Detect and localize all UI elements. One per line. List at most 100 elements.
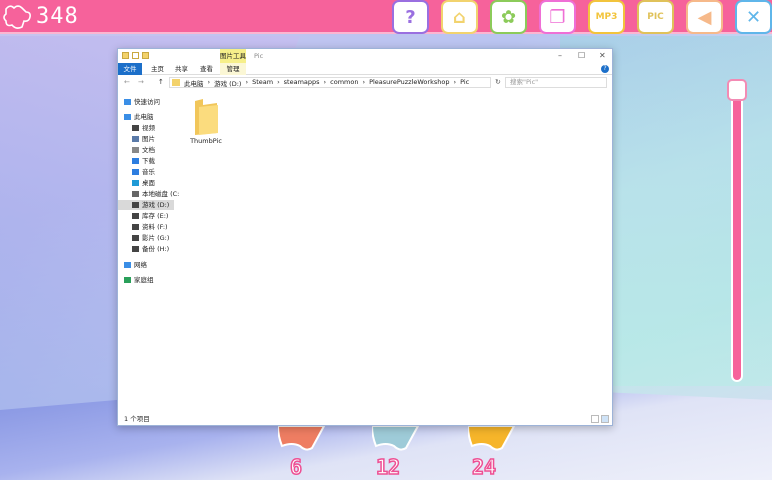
nav-item-icon bbox=[124, 114, 131, 120]
address-bar[interactable]: 此电脑 › 游戏 (D:) › Steam › steamapps › common › Pleas… bbox=[169, 77, 491, 88]
nav-item-icon bbox=[132, 136, 139, 142]
breadcrumb-item[interactable]: 此电脑 bbox=[184, 78, 204, 88]
address-row: ← → ↑ 此电脑 › 游戏 (D:) › Steam › steamapps › common… bbox=[118, 75, 612, 90]
large-icons-view-button[interactable] bbox=[601, 415, 609, 423]
up-button[interactable]: ↑ bbox=[158, 78, 164, 86]
breadcrumb-separator[interactable]: › bbox=[245, 78, 248, 88]
breadcrumb-item[interactable]: PleasurePuzzleWorkshop bbox=[369, 78, 449, 88]
close-button[interactable]: ✕ bbox=[735, 0, 772, 34]
breadcrumb-item[interactable]: common bbox=[330, 78, 358, 88]
puzzle-piece-icon bbox=[3, 5, 31, 29]
pages-icon: ❐ bbox=[549, 6, 566, 28]
nav-item-label: 影片 (G:) bbox=[142, 234, 170, 242]
status-bar-text: 1 个项目 bbox=[124, 415, 150, 423]
piece-count-label[interactable]: 6 bbox=[289, 454, 303, 480]
tab-manage[interactable]: 管理 bbox=[220, 63, 246, 75]
nav-item-icon bbox=[132, 191, 139, 197]
sound-button[interactable]: ◀ bbox=[686, 0, 723, 34]
view-switcher bbox=[591, 415, 609, 423]
close-button[interactable]: ✕ bbox=[599, 51, 606, 60]
nav-item-icon bbox=[132, 224, 139, 230]
nav-item[interactable]: 此电脑 bbox=[124, 112, 174, 122]
nav-item-label: 游戏 (D:) bbox=[142, 201, 170, 209]
piece-count-label[interactable]: 24 bbox=[471, 454, 497, 480]
forward-button[interactable]: → bbox=[138, 78, 144, 86]
nav-item[interactable]: 影片 (G:) bbox=[132, 233, 182, 243]
puzzle-piece-12[interactable] bbox=[372, 426, 422, 454]
nav-item-label: 库存 (E:) bbox=[142, 212, 169, 220]
nav-item[interactable]: 游戏 (D:) bbox=[118, 200, 174, 210]
details-view-button[interactable] bbox=[591, 415, 599, 423]
nav-item[interactable]: 音乐 bbox=[132, 167, 182, 177]
nav-item-icon bbox=[132, 246, 139, 252]
refresh-button[interactable]: ↻ bbox=[495, 78, 501, 86]
tab-share[interactable]: 共享 bbox=[170, 63, 193, 75]
nav-item-label: 音乐 bbox=[142, 168, 155, 176]
puzzle-piece-6[interactable] bbox=[278, 426, 328, 454]
maximize-button[interactable]: ☐ bbox=[578, 51, 585, 60]
breadcrumb-separator[interactable]: › bbox=[362, 78, 365, 88]
home-button[interactable]: ⌂ bbox=[441, 0, 478, 34]
quick-access-toolbar[interactable] bbox=[122, 52, 149, 59]
sound-icon: ◀ bbox=[697, 6, 712, 28]
nav-item[interactable]: 快速访问 bbox=[124, 97, 174, 107]
window-title: Pic bbox=[254, 52, 264, 60]
back-button[interactable]: ← bbox=[124, 78, 130, 86]
tab-view[interactable]: 查看 bbox=[195, 63, 218, 75]
nav-item[interactable]: 视频 bbox=[132, 123, 182, 133]
breadcrumb-item[interactable]: 游戏 (D:) bbox=[214, 78, 241, 88]
help-button[interactable]: ? bbox=[392, 0, 429, 34]
mp3-folder-button[interactable]: MP3 bbox=[588, 0, 625, 34]
tab-home[interactable]: 主页 bbox=[146, 63, 169, 75]
help-icon: ? bbox=[405, 6, 416, 28]
mp3-folder-icon: MP3 bbox=[595, 12, 618, 22]
nav-item-label: 家庭组 bbox=[134, 276, 154, 284]
slider-handle[interactable] bbox=[727, 79, 747, 101]
scroll-slider[interactable] bbox=[731, 82, 743, 382]
breadcrumb-item[interactable]: steamapps bbox=[284, 78, 320, 88]
search-input[interactable]: 搜索"Pic" bbox=[505, 77, 607, 88]
breadcrumb-item[interactable]: Pic bbox=[460, 78, 469, 88]
nav-item[interactable]: 文档 bbox=[132, 145, 182, 155]
nav-item-label: 下载 bbox=[142, 157, 155, 165]
ribbon-tabs: 文件 主页 共享 查看 管理 ? bbox=[118, 63, 612, 75]
nav-item[interactable]: 下载 bbox=[132, 156, 182, 166]
nav-item-icon bbox=[124, 99, 131, 105]
nav-item[interactable]: 备份 (H:) bbox=[132, 244, 182, 254]
nav-item-label: 视频 bbox=[142, 124, 155, 132]
nav-item-label: 此电脑 bbox=[134, 113, 154, 121]
close-icon: ✕ bbox=[745, 6, 762, 28]
breadcrumb-separator[interactable]: › bbox=[324, 78, 327, 88]
nav-item-icon bbox=[132, 180, 139, 186]
puzzle-piece-24[interactable] bbox=[468, 426, 518, 454]
nav-item[interactable]: 图片 bbox=[132, 134, 182, 144]
folder-item[interactable]: ThumbPic bbox=[190, 99, 222, 145]
navigation-pane: 快速访问此电脑视频图片文档下载音乐桌面本地磁盘 (C: 游戏 (D:) 库存 (E:… bbox=[118, 93, 179, 413]
pic-folder-icon: PIC bbox=[647, 12, 664, 22]
file-explorer-window: 图片工具 Pic – ☐ ✕ 文件 主页 共享 查看 管理 ? ← → ↑ 此电… bbox=[117, 48, 613, 426]
tab-file[interactable]: 文件 bbox=[118, 63, 142, 75]
nav-item[interactable]: 资料 (F:) bbox=[132, 222, 182, 232]
nav-item-label: 本地磁盘 (C: bbox=[142, 190, 180, 198]
breadcrumb-separator[interactable]: › bbox=[208, 78, 211, 88]
breadcrumb-separator[interactable]: › bbox=[277, 78, 280, 88]
breadcrumb-item[interactable]: Steam bbox=[252, 78, 273, 88]
breadcrumb-separator[interactable]: › bbox=[453, 78, 456, 88]
nav-item[interactable]: 桌面 bbox=[132, 178, 182, 188]
nav-item[interactable]: 家庭组 bbox=[124, 275, 174, 285]
nav-item-label: 网络 bbox=[134, 261, 147, 269]
gallery-button[interactable]: ✿ bbox=[490, 0, 527, 34]
pic-folder-button[interactable]: PIC bbox=[637, 0, 674, 34]
minimize-button[interactable]: – bbox=[558, 51, 562, 60]
help-icon[interactable]: ? bbox=[601, 65, 609, 73]
nav-item-icon bbox=[132, 202, 139, 208]
nav-item-label: 文档 bbox=[142, 146, 155, 154]
piece-count-label[interactable]: 12 bbox=[375, 454, 401, 480]
pages-button[interactable]: ❐ bbox=[539, 0, 576, 34]
nav-item[interactable]: 库存 (E:) bbox=[132, 211, 182, 221]
picture-tools-tab[interactable]: 图片工具 bbox=[220, 49, 246, 63]
nav-item[interactable]: 本地磁盘 (C: bbox=[132, 189, 182, 199]
nav-item[interactable]: 网络 bbox=[124, 260, 174, 270]
nav-item-icon bbox=[132, 235, 139, 241]
nav-item-label: 图片 bbox=[142, 135, 155, 143]
